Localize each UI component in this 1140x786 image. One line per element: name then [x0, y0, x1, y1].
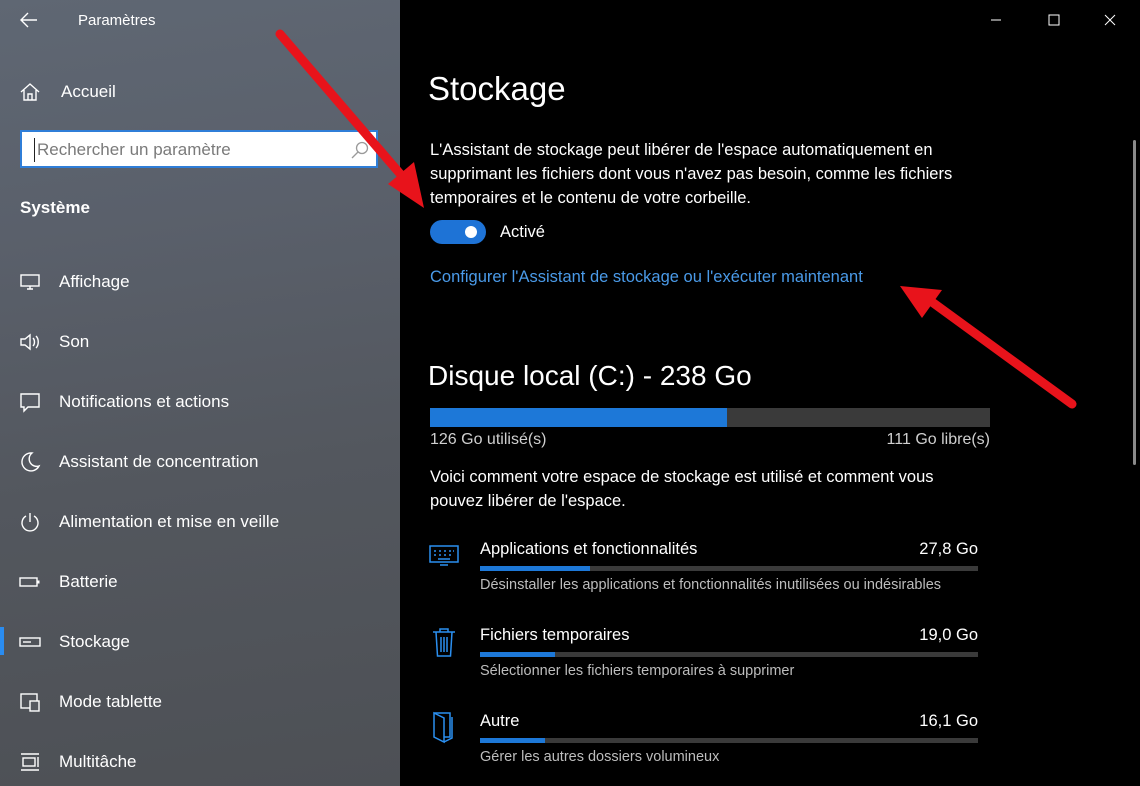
scrollbar[interactable] — [1133, 140, 1136, 465]
storage-sense-toggle[interactable] — [430, 220, 486, 244]
category-usage-fill — [480, 652, 555, 657]
category-description: Désinstaller les applications et fonctio… — [480, 577, 942, 593]
moon-icon — [18, 450, 42, 474]
maximize-button[interactable] — [1031, 6, 1077, 34]
category-name: Applications et fonctionnalités — [480, 540, 698, 558]
keyboard-icon — [428, 540, 460, 572]
sidebar-item-label: Affichage — [59, 272, 130, 291]
sidebar-item-notifications[interactable]: Notifications et actions — [0, 380, 400, 424]
category-other[interactable]: Autre 16,1 Go Gérer les autres dossiers … — [400, 711, 1140, 786]
sidebar-item-label: Accueil — [61, 82, 116, 101]
disk-usage-bar — [430, 408, 990, 427]
sidebar: Paramètres Accueil Système Affichage Son… — [0, 0, 400, 786]
category-name: Autre — [480, 712, 520, 730]
disk-description: Voici comment votre espace de stockage e… — [430, 468, 934, 510]
sidebar-item-focus-assist[interactable]: Assistant de concentration — [0, 440, 400, 484]
toggle-label: Activé — [500, 223, 545, 241]
battery-icon — [18, 570, 42, 594]
category-size: 16,1 Go — [919, 712, 978, 730]
sidebar-item-power[interactable]: Alimentation et mise en veille — [0, 500, 400, 544]
disk-used-label: 126 Go utilisé(s) — [430, 431, 547, 448]
toggle-knob — [465, 226, 477, 238]
sidebar-item-label: Notifications et actions — [59, 392, 230, 411]
search-icon[interactable] — [350, 140, 370, 160]
notification-icon — [18, 390, 42, 414]
sidebar-item-storage[interactable]: Stockage — [0, 620, 400, 664]
sidebar-item-battery[interactable]: Batterie — [0, 560, 400, 604]
category-description: Sélectionner les fichiers temporaires à … — [480, 663, 795, 679]
category-apps[interactable]: Applications et fonctionnalités 27,8 Go … — [400, 540, 1140, 620]
disk-title: Disque local (C:) - 238 Go — [428, 360, 752, 391]
close-button[interactable] — [1087, 6, 1133, 34]
sidebar-item-label: Multitâche — [59, 752, 137, 771]
category-usage-bar — [480, 652, 978, 657]
disk-usage-fill — [430, 408, 727, 427]
sidebar-item-label: Assistant de concentration — [59, 452, 259, 471]
monitor-icon — [18, 270, 42, 294]
search-input[interactable] — [34, 138, 334, 162]
sidebar-item-label: Alimentation et mise en veille — [59, 512, 280, 531]
category-usage-bar — [480, 566, 978, 571]
main-content: Stockage L'Assistant de stockage peut li… — [400, 0, 1140, 786]
speaker-icon — [18, 330, 42, 354]
sidebar-item-multitasking[interactable]: Multitâche — [0, 740, 400, 784]
back-button[interactable] — [12, 5, 46, 35]
category-description: Gérer les autres dossiers volumineux — [480, 749, 720, 765]
disk-free-label: 111 Go libre(s) — [886, 431, 990, 448]
category-usage-fill — [480, 738, 545, 743]
multitask-icon — [18, 750, 42, 774]
search-box[interactable] — [20, 130, 378, 168]
category-usage-bar — [480, 738, 978, 743]
sidebar-item-sound[interactable]: Son — [0, 320, 400, 364]
sidebar-item-tablet-mode[interactable]: Mode tablette — [0, 680, 400, 724]
sidebar-item-display[interactable]: Affichage — [0, 260, 400, 304]
sidebar-item-label: Stockage — [59, 632, 130, 651]
sidebar-item-home[interactable]: Accueil — [0, 70, 400, 114]
sidebar-item-label: Mode tablette — [59, 692, 163, 711]
tablet-icon — [18, 690, 42, 714]
storage-icon — [18, 630, 42, 654]
section-heading: Système — [20, 198, 90, 217]
minimize-button[interactable] — [973, 6, 1019, 34]
sidebar-item-label: Batterie — [59, 572, 118, 591]
category-size: 27,8 Go — [919, 540, 978, 558]
category-temp-files[interactable]: Fichiers temporaires 19,0 Go Sélectionne… — [400, 626, 1140, 706]
maximize-icon — [1048, 14, 1060, 26]
home-icon — [18, 80, 42, 104]
title-bar: Paramètres — [0, 0, 400, 40]
trash-icon — [428, 626, 460, 658]
category-name: Fichiers temporaires — [480, 626, 630, 644]
power-icon — [18, 510, 42, 534]
close-icon — [1104, 14, 1116, 26]
category-usage-fill — [480, 566, 590, 571]
storage-sense-description: L'Assistant de stockage peut libérer de … — [430, 141, 953, 207]
sidebar-item-label: Son — [59, 332, 90, 351]
category-size: 19,0 Go — [919, 626, 978, 644]
back-arrow-icon — [20, 12, 37, 28]
minimize-icon — [991, 19, 1001, 21]
page-title: Stockage — [428, 70, 566, 107]
app-title: Paramètres — [78, 12, 156, 29]
folder-icon — [428, 711, 460, 744]
configure-storage-sense-link[interactable]: Configurer l'Assistant de stockage ou l'… — [430, 268, 863, 287]
